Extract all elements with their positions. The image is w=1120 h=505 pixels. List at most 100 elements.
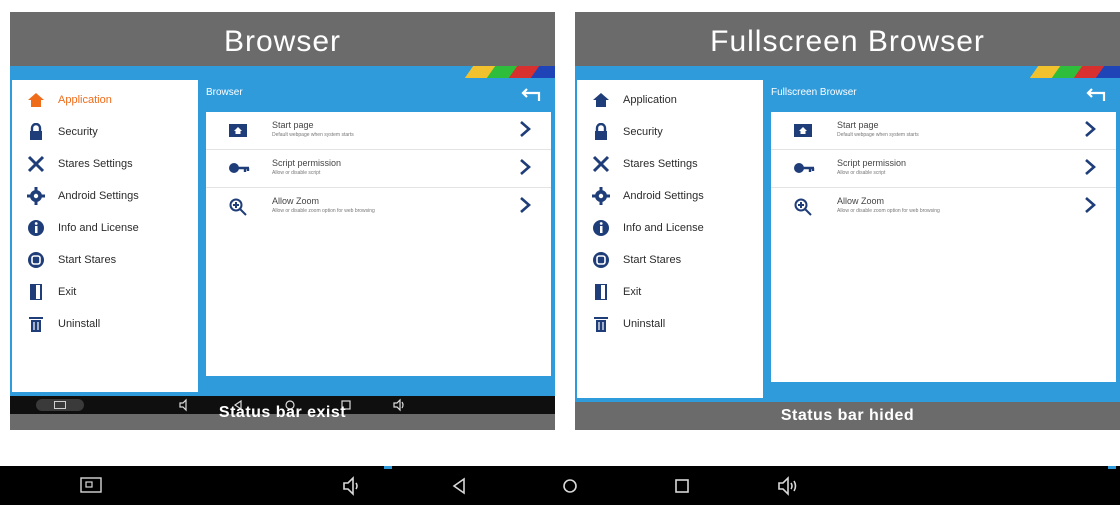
setting-start-page[interactable]: Start page Default webpage when system s… — [771, 112, 1116, 150]
sidebar-item-exit[interactable]: Exit — [577, 278, 763, 306]
gear-icon — [26, 186, 46, 206]
info-icon — [26, 218, 46, 238]
sidebar-item-label: Application — [623, 94, 677, 106]
sidebar-item-label: Exit — [623, 286, 642, 298]
volume-down-icon[interactable] — [341, 474, 361, 498]
sidebar-item-exit[interactable]: Exit — [12, 278, 198, 306]
setting-allow-zoom[interactable]: Allow Zoom Allow or disable zoom option … — [771, 188, 1116, 226]
sidebar-item-label: Start Stares — [58, 254, 117, 266]
marker — [1108, 466, 1116, 469]
chevron-right-icon — [1084, 196, 1098, 216]
marker — [384, 466, 392, 469]
setting-title: Allow Zoom — [837, 196, 885, 206]
setting-start-page[interactable]: Start page Default webpage when system s… — [206, 112, 551, 150]
content-title: Browser — [206, 87, 243, 98]
setting-subtitle: Allow or disable script — [272, 170, 321, 176]
setting-script-permission[interactable]: Script permission Allow or disable scrip… — [771, 150, 1116, 188]
fullscreen-browser-panel: Fullscreen Browser Application Security … — [575, 12, 1120, 430]
tools-icon — [26, 154, 46, 174]
trash-icon — [591, 314, 611, 334]
tablet-screen: Application Security Stares Settings And… — [10, 66, 555, 396]
home-nav-icon[interactable] — [560, 474, 580, 498]
sidebar-item-label: Start Stares — [623, 254, 682, 266]
sidebar-item-stares-settings[interactable]: Stares Settings — [577, 150, 763, 178]
chevron-right-icon — [1084, 158, 1098, 178]
sidebar-item-label: Android Settings — [623, 190, 704, 202]
sidebar-item-android-settings[interactable]: Android Settings — [577, 182, 763, 210]
setting-allow-zoom[interactable]: Allow Zoom Allow or disable zoom option … — [206, 188, 551, 226]
back-nav-icon[interactable] — [450, 474, 468, 498]
panel-title: Fullscreen Browser — [710, 25, 985, 58]
recents-nav-icon[interactable] — [672, 474, 692, 498]
caption: Status bar exist — [218, 404, 347, 421]
setting-title: Start page — [272, 120, 314, 130]
setting-subtitle: Allow or disable zoom option for web bro… — [272, 208, 375, 214]
sidebar-item-label: Uninstall — [623, 318, 666, 330]
trash-icon — [26, 314, 46, 334]
sidebar-item-start-stares[interactable]: Start Stares — [12, 246, 198, 274]
sidebar-item-application[interactable]: Application — [577, 86, 763, 114]
color-stripe — [1030, 66, 1120, 78]
exit-icon — [591, 282, 611, 302]
content-header: Fullscreen Browser — [771, 80, 1116, 110]
lock-icon — [591, 122, 611, 142]
sidebar-item-label: Android Settings — [58, 190, 139, 202]
home-icon — [591, 90, 611, 110]
sidebar-item-uninstall[interactable]: Uninstall — [577, 310, 763, 338]
gear-icon — [591, 186, 611, 206]
sidebar-item-label: Application — [58, 94, 112, 106]
sidebar-item-android-settings[interactable]: Android Settings — [12, 182, 198, 210]
sidebar: Application Security Stares Settings And… — [577, 80, 763, 398]
sidebar-item-application[interactable]: Application — [12, 86, 198, 114]
sidebar-item-label: Stares Settings — [623, 158, 698, 170]
sidebar-item-label: Uninstall — [58, 318, 101, 330]
exit-icon — [26, 282, 46, 302]
sidebar-item-label: Stares Settings — [58, 158, 133, 170]
sidebar-item-security[interactable]: Security — [577, 118, 763, 146]
setting-subtitle: Default webpage when system starts — [837, 132, 919, 138]
start-icon — [26, 250, 46, 270]
setting-title: Start page — [837, 120, 879, 130]
chevron-right-icon — [519, 120, 533, 140]
browser-panel: Browser Application Security Stares Sett… — [10, 12, 555, 430]
sidebar-item-start-stares[interactable]: Start Stares — [577, 246, 763, 274]
chevron-right-icon — [1084, 120, 1098, 140]
tools-icon — [591, 154, 611, 174]
settings-list: Start page Default webpage when system s… — [206, 112, 551, 376]
sidebar-item-info-license[interactable]: Info and License — [577, 214, 763, 242]
sidebar: Application Security Stares Settings And… — [12, 80, 198, 392]
chevron-right-icon — [519, 196, 533, 216]
setting-subtitle: Default webpage when system starts — [272, 132, 354, 138]
caption: Status bar hided — [780, 407, 915, 424]
content-title: Fullscreen Browser — [771, 87, 857, 98]
volume-up-icon[interactable] — [776, 474, 800, 498]
sidebar-item-security[interactable]: Security — [12, 118, 198, 146]
settings-list: Start page Default webpage when system s… — [771, 112, 1116, 382]
panel-title: Browser — [223, 25, 342, 58]
tablet-screen: Application Security Stares Settings And… — [575, 66, 1120, 402]
sidebar-item-label: Info and License — [58, 222, 139, 234]
content-header: Browser — [206, 80, 551, 110]
start-icon — [591, 250, 611, 270]
home-page-icon — [228, 122, 250, 140]
home-icon — [26, 90, 46, 110]
enlarged-navbar — [0, 466, 1120, 505]
color-stripe — [465, 66, 555, 78]
zoom-icon — [228, 198, 250, 216]
setting-subtitle: Allow or disable zoom option for web bro… — [837, 208, 940, 214]
setting-title: Script permission — [837, 158, 907, 168]
chevron-right-icon — [519, 158, 533, 178]
info-icon — [591, 218, 611, 238]
back-icon[interactable] — [521, 86, 543, 104]
setting-title: Script permission — [272, 158, 342, 168]
setting-subtitle: Allow or disable script — [837, 170, 886, 176]
setting-title: Allow Zoom — [272, 196, 320, 206]
sidebar-item-uninstall[interactable]: Uninstall — [12, 310, 198, 338]
sidebar-item-info-license[interactable]: Info and License — [12, 214, 198, 242]
sidebar-item-stares-settings[interactable]: Stares Settings — [12, 150, 198, 178]
back-icon[interactable] — [1086, 86, 1108, 104]
home-page-icon — [793, 122, 815, 140]
key-icon — [793, 160, 815, 178]
screenshot-icon[interactable] — [80, 476, 102, 500]
setting-script-permission[interactable]: Script permission Allow or disable scrip… — [206, 150, 551, 188]
